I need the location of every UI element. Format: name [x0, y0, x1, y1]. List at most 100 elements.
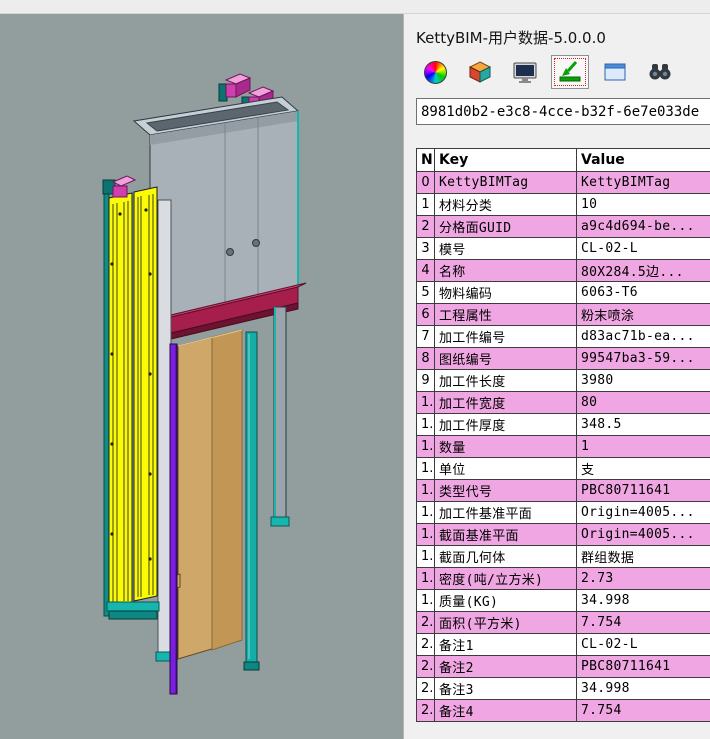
cell-key[interactable]: 截面几何体: [435, 546, 577, 568]
cell-index[interactable]: 3: [417, 238, 435, 260]
table-row[interactable]: 1.数量1: [417, 436, 710, 458]
cell-key[interactable]: 工程属性: [435, 304, 577, 326]
color-wheel-button[interactable]: [416, 55, 454, 89]
cell-value[interactable]: 1: [577, 436, 710, 458]
cell-key[interactable]: 名称: [435, 260, 577, 282]
cell-key[interactable]: 数量: [435, 436, 577, 458]
cell-index[interactable]: 2.: [417, 700, 435, 722]
cell-value[interactable]: 80: [577, 392, 710, 414]
cell-key[interactable]: 加工件厚度: [435, 414, 577, 436]
table-row[interactable]: 7加工件编号d83ac71b-ea...: [417, 326, 710, 348]
find-button[interactable]: [641, 55, 679, 89]
cell-key[interactable]: KettyBIMTag: [435, 172, 577, 194]
cell-key[interactable]: 单位: [435, 458, 577, 480]
table-row[interactable]: 0KettyBIMTagKettyBIMTag: [417, 172, 710, 194]
cell-key[interactable]: 分格面GUID: [435, 216, 577, 238]
cell-value[interactable]: Origin=4005...: [577, 524, 710, 546]
cube-button[interactable]: [461, 55, 499, 89]
cell-index[interactable]: 2: [417, 216, 435, 238]
model-purple-member[interactable]: [170, 344, 177, 694]
cell-index[interactable]: 6: [417, 304, 435, 326]
cell-index[interactable]: 1.: [417, 392, 435, 414]
table-row[interactable]: 2.面积(平方米)7.754: [417, 612, 710, 634]
model-teal-mullion[interactable]: [244, 332, 259, 670]
cell-value[interactable]: 群组数据: [577, 546, 710, 568]
cell-key[interactable]: 加工件编号: [435, 326, 577, 348]
cell-value[interactable]: Origin=4005...: [577, 502, 710, 524]
cell-key[interactable]: 图纸编号: [435, 348, 577, 370]
cell-value[interactable]: 6063-T6: [577, 282, 710, 304]
table-row[interactable]: 2.备注334.998: [417, 678, 710, 700]
cell-value[interactable]: CL-02-L: [577, 238, 710, 260]
cell-key[interactable]: 备注4: [435, 700, 577, 722]
table-row[interactable]: 1.密度(吨/立方米)2.73: [417, 568, 710, 590]
cell-value[interactable]: 80X284.5边...: [577, 260, 710, 282]
column-header-index[interactable]: N: [417, 149, 435, 172]
cell-index[interactable]: 7: [417, 326, 435, 348]
cell-value[interactable]: 99547ba3-59...: [577, 348, 710, 370]
table-row[interactable]: 1.截面基准平面Origin=4005...: [417, 524, 710, 546]
cell-index[interactable]: 1.: [417, 414, 435, 436]
cell-value[interactable]: 7.754: [577, 700, 710, 722]
cell-index[interactable]: 2.: [417, 634, 435, 656]
guid-input[interactable]: [416, 98, 710, 125]
cell-index[interactable]: 1.: [417, 436, 435, 458]
cell-key[interactable]: 面积(平方米): [435, 612, 577, 634]
cell-value[interactable]: CL-02-L: [577, 634, 710, 656]
cell-index[interactable]: 1.: [417, 590, 435, 612]
cell-value[interactable]: PBC80711641: [577, 480, 710, 502]
cell-value[interactable]: 10: [577, 194, 710, 216]
cell-key[interactable]: 物料编码: [435, 282, 577, 304]
cell-value[interactable]: 3980: [577, 370, 710, 392]
table-row[interactable]: 2.备注2PBC80711641: [417, 656, 710, 678]
cell-value[interactable]: 34.998: [577, 590, 710, 612]
table-row[interactable]: 8图纸编号99547ba3-59...: [417, 348, 710, 370]
model-right-member[interactable]: [271, 307, 289, 526]
cell-value[interactable]: PBC80711641: [577, 656, 710, 678]
cell-key[interactable]: 加工件基准平面: [435, 502, 577, 524]
table-row[interactable]: 1.质量(KG)34.998: [417, 590, 710, 612]
cell-value[interactable]: 34.998: [577, 678, 710, 700]
3d-viewport[interactable]: [0, 14, 403, 739]
model-yellow-mullions[interactable]: [103, 176, 159, 619]
cell-index[interactable]: 0: [417, 172, 435, 194]
cell-value[interactable]: 7.754: [577, 612, 710, 634]
cell-index[interactable]: 1: [417, 194, 435, 216]
column-header-key[interactable]: Key: [435, 149, 577, 172]
table-row[interactable]: 4名称80X284.5边...: [417, 260, 710, 282]
cell-index[interactable]: 2.: [417, 612, 435, 634]
table-row[interactable]: 2分格面GUIDa9c4d694-be...: [417, 216, 710, 238]
table-row[interactable]: 1.类型代号PBC80711641: [417, 480, 710, 502]
cell-index[interactable]: 1.: [417, 546, 435, 568]
cell-key[interactable]: 备注2: [435, 656, 577, 678]
cell-index[interactable]: 1.: [417, 480, 435, 502]
cell-index[interactable]: 1.: [417, 502, 435, 524]
table-row[interactable]: 1.加工件厚度348.5: [417, 414, 710, 436]
table-row[interactable]: 5物料编码6063-T6: [417, 282, 710, 304]
table-row[interactable]: 2.备注1CL-02-L: [417, 634, 710, 656]
table-row[interactable]: 2.备注47.754: [417, 700, 710, 722]
cell-key[interactable]: 备注3: [435, 678, 577, 700]
cell-value[interactable]: 支: [577, 458, 710, 480]
cell-index[interactable]: 1.: [417, 568, 435, 590]
cell-index[interactable]: 1.: [417, 458, 435, 480]
model-tan-panel[interactable]: [178, 330, 242, 659]
cell-key[interactable]: 模号: [435, 238, 577, 260]
column-header-value[interactable]: Value: [577, 149, 710, 172]
cell-value[interactable]: 2.73: [577, 568, 710, 590]
cell-index[interactable]: 5: [417, 282, 435, 304]
cell-key[interactable]: 类型代号: [435, 480, 577, 502]
cell-index[interactable]: 8: [417, 348, 435, 370]
table-row[interactable]: 1.截面几何体群组数据: [417, 546, 710, 568]
import-data-button[interactable]: [551, 55, 589, 89]
cell-key[interactable]: 备注1: [435, 634, 577, 656]
table-row[interactable]: 6工程属性粉末喷涂: [417, 304, 710, 326]
monitor-button[interactable]: [506, 55, 544, 89]
cell-value[interactable]: 348.5: [577, 414, 710, 436]
table-row[interactable]: 9加工件长度3980: [417, 370, 710, 392]
table-row[interactable]: 1.单位支: [417, 458, 710, 480]
cell-index[interactable]: 9: [417, 370, 435, 392]
cell-index[interactable]: 1.: [417, 524, 435, 546]
cell-key[interactable]: 质量(KG): [435, 590, 577, 612]
cell-key[interactable]: 加工件长度: [435, 370, 577, 392]
